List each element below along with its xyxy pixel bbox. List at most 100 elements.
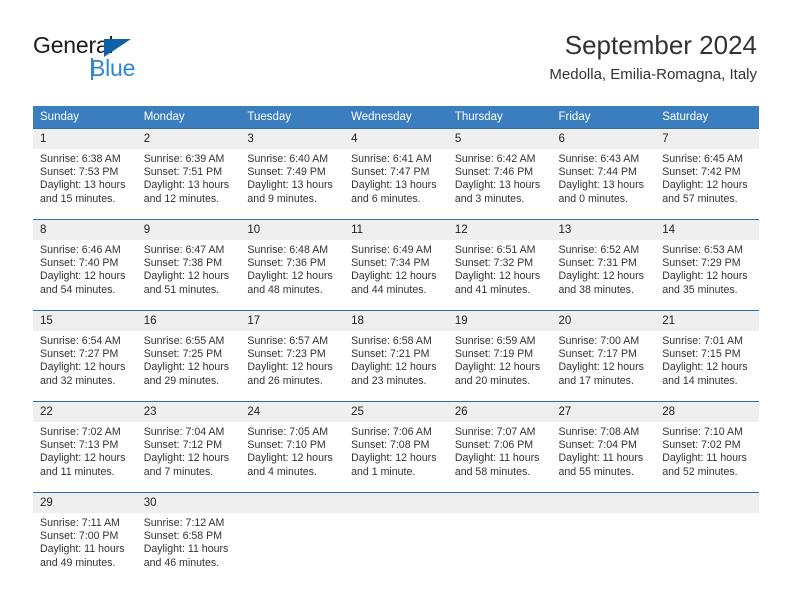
daylight-text-line2: and 15 minutes. xyxy=(40,192,116,205)
day-cell[interactable]: 22 Sunrise: 7:02 AM Sunset: 7:13 PM Dayl… xyxy=(33,401,137,493)
day-cell[interactable]: 21 Sunrise: 7:01 AM Sunset: 7:15 PM Dayl… xyxy=(655,310,759,402)
day-details: Sunrise: 6:48 AM Sunset: 7:36 PM Dayligh… xyxy=(240,240,344,297)
day-details: Sunrise: 7:12 AM Sunset: 6:58 PM Dayligh… xyxy=(137,513,241,570)
day-cell[interactable]: 12 Sunrise: 6:51 AM Sunset: 7:32 PM Dayl… xyxy=(447,219,552,311)
daylight-text-line2: and 41 minutes. xyxy=(454,283,531,296)
day-cell[interactable]: 18 Sunrise: 6:58 AM Sunset: 7:21 PM Dayl… xyxy=(344,310,448,402)
daylight-text-line2: and 0 minutes. xyxy=(558,192,629,205)
day-cell[interactable]: 13 Sunrise: 6:52 AM Sunset: 7:31 PM Dayl… xyxy=(551,219,656,311)
day-cell[interactable]: 8 Sunrise: 6:46 AM Sunset: 7:40 PM Dayli… xyxy=(33,219,137,311)
daylight-text-line1: Daylight: 12 hours xyxy=(351,270,437,283)
page-subtitle: Medolla, Emilia-Romagna, Italy xyxy=(549,66,757,83)
sunrise-text: Sunrise: 6:59 AM xyxy=(454,335,536,347)
day-cell[interactable]: 9 Sunrise: 6:47 AM Sunset: 7:38 PM Dayli… xyxy=(136,219,241,311)
sunset-text: Sunset: 7:13 PM xyxy=(40,439,119,452)
day-cell[interactable]: 5 Sunrise: 6:42 AM Sunset: 7:46 PM Dayli… xyxy=(447,128,552,220)
daylight-text-line2: and 55 minutes. xyxy=(558,465,634,478)
day-cell[interactable]: 2 Sunrise: 6:39 AM Sunset: 7:51 PM Dayli… xyxy=(136,128,241,220)
day-number: 24 xyxy=(240,402,345,422)
sunrise-text: Sunrise: 6:55 AM xyxy=(143,335,225,347)
sunrise-text: Sunrise: 6:53 AM xyxy=(662,244,743,256)
day-cell[interactable]: 30 Sunrise: 7:12 AM Sunset: 6:58 PM Dayl… xyxy=(136,492,241,585)
day-cell[interactable]: 28 Sunrise: 7:10 AM Sunset: 7:02 PM Dayl… xyxy=(655,401,759,493)
sunrise-text: Sunrise: 6:45 AM xyxy=(662,153,743,165)
day-cell[interactable]: 7 Sunrise: 6:45 AM Sunset: 7:42 PM Dayli… xyxy=(655,128,759,220)
sunset-text: Sunset: 7:38 PM xyxy=(143,257,223,270)
week-row: 8 Sunrise: 6:46 AM Sunset: 7:40 PM Dayli… xyxy=(33,219,759,311)
daylight-text-line2: and 51 minutes. xyxy=(143,283,220,296)
daylight-text-line2: and 52 minutes. xyxy=(662,465,738,478)
day-details: Sunrise: 6:39 AM Sunset: 7:51 PM Dayligh… xyxy=(137,149,241,206)
daylight-text-line1: Daylight: 11 hours xyxy=(558,452,644,465)
daylight-text-line2: and 44 minutes. xyxy=(351,283,427,296)
sunrise-text: Sunrise: 6:40 AM xyxy=(247,153,329,165)
day-cell[interactable]: 1 Sunrise: 6:38 AM Sunset: 7:53 PM Dayli… xyxy=(33,128,137,220)
daylight-text-line1: Daylight: 12 hours xyxy=(247,361,333,374)
daylight-text-line2: and 11 minutes. xyxy=(40,465,115,478)
sunrise-text: Sunrise: 6:39 AM xyxy=(143,153,225,165)
day-details: Sunrise: 7:07 AM Sunset: 7:06 PM Dayligh… xyxy=(448,422,552,479)
day-details: Sunrise: 7:04 AM Sunset: 7:12 PM Dayligh… xyxy=(137,422,241,479)
daylight-text-line2: and 57 minutes. xyxy=(662,192,738,205)
day-cell[interactable]: 25 Sunrise: 7:06 AM Sunset: 7:08 PM Dayl… xyxy=(344,401,448,493)
day-details: Sunrise: 6:43 AM Sunset: 7:44 PM Dayligh… xyxy=(552,149,656,206)
daylight-text-line1: Daylight: 12 hours xyxy=(454,361,541,374)
day-details: Sunrise: 6:41 AM Sunset: 7:47 PM Dayligh… xyxy=(344,149,448,206)
day-cell[interactable]: 11 Sunrise: 6:49 AM Sunset: 7:34 PM Dayl… xyxy=(344,219,448,311)
weekday-header-sunday: Sunday xyxy=(33,106,137,129)
day-cell[interactable]: 3 Sunrise: 6:40 AM Sunset: 7:49 PM Dayli… xyxy=(240,128,345,220)
day-cell[interactable]: 17 Sunrise: 6:57 AM Sunset: 7:23 PM Dayl… xyxy=(240,310,345,402)
daylight-text-line2: and 17 minutes. xyxy=(558,374,634,387)
weekday-header-tuesday: Tuesday xyxy=(240,106,345,129)
brand-logo: General Blue xyxy=(33,32,233,88)
daylight-text-line1: Daylight: 12 hours xyxy=(351,452,437,465)
sunset-text: Sunset: 7:25 PM xyxy=(143,348,223,361)
day-cell[interactable]: 6 Sunrise: 6:43 AM Sunset: 7:44 PM Dayli… xyxy=(551,128,656,220)
sunrise-text: Sunrise: 6:48 AM xyxy=(247,244,329,256)
daylight-text-line1: Daylight: 11 hours xyxy=(40,543,125,556)
sunset-text: Sunset: 7:04 PM xyxy=(558,439,637,452)
day-number: 20 xyxy=(551,311,656,331)
daylight-text-line1: Daylight: 12 hours xyxy=(143,452,230,465)
day-details: Sunrise: 7:11 AM Sunset: 7:00 PM Dayligh… xyxy=(33,513,137,570)
day-cell[interactable]: 19 Sunrise: 6:59 AM Sunset: 7:19 PM Dayl… xyxy=(447,310,552,402)
day-number: 28 xyxy=(655,402,759,422)
day-cell[interactable]: 27 Sunrise: 7:08 AM Sunset: 7:04 PM Dayl… xyxy=(551,401,656,493)
daylight-text-line2: and 35 minutes. xyxy=(662,283,738,296)
day-number xyxy=(447,493,552,513)
page-header: General Blue September 2024 Medolla, Emi… xyxy=(33,28,757,96)
sunrise-text: Sunrise: 6:46 AM xyxy=(40,244,121,256)
day-number: 23 xyxy=(136,402,241,422)
day-cell[interactable]: 23 Sunrise: 7:04 AM Sunset: 7:12 PM Dayl… xyxy=(136,401,241,493)
day-cell[interactable]: 4 Sunrise: 6:41 AM Sunset: 7:47 PM Dayli… xyxy=(344,128,448,220)
weekday-header-friday: Friday xyxy=(551,106,656,129)
day-cell[interactable]: 16 Sunrise: 6:55 AM Sunset: 7:25 PM Dayl… xyxy=(136,310,241,402)
day-cell[interactable]: 20 Sunrise: 7:00 AM Sunset: 7:17 PM Dayl… xyxy=(551,310,656,402)
daylight-text-line1: Daylight: 12 hours xyxy=(247,452,333,465)
sunset-text: Sunset: 7:00 PM xyxy=(40,530,119,543)
day-cell[interactable]: 24 Sunrise: 7:05 AM Sunset: 7:10 PM Dayl… xyxy=(240,401,345,493)
day-details: Sunrise: 6:45 AM Sunset: 7:42 PM Dayligh… xyxy=(655,149,759,206)
day-number: 13 xyxy=(551,220,656,240)
day-details: Sunrise: 6:42 AM Sunset: 7:46 PM Dayligh… xyxy=(448,149,552,206)
day-number xyxy=(551,493,656,513)
day-number xyxy=(344,493,448,513)
sunset-text: Sunset: 7:46 PM xyxy=(454,166,534,179)
day-details: Sunrise: 7:06 AM Sunset: 7:08 PM Dayligh… xyxy=(344,422,448,479)
weekday-header-monday: Monday xyxy=(136,106,241,129)
day-cell[interactable]: 10 Sunrise: 6:48 AM Sunset: 7:36 PM Dayl… xyxy=(240,219,345,311)
daylight-text-line2: and 58 minutes. xyxy=(454,465,531,478)
day-cell[interactable]: 14 Sunrise: 6:53 AM Sunset: 7:29 PM Dayl… xyxy=(655,219,759,311)
sunset-text: Sunset: 7:15 PM xyxy=(662,348,741,361)
day-details: Sunrise: 6:59 AM Sunset: 7:19 PM Dayligh… xyxy=(448,331,552,388)
day-details: Sunrise: 7:00 AM Sunset: 7:17 PM Dayligh… xyxy=(552,331,656,388)
sunrise-text: Sunrise: 7:12 AM xyxy=(143,517,225,529)
day-cell[interactable]: 29 Sunrise: 7:11 AM Sunset: 7:00 PM Dayl… xyxy=(33,492,137,585)
day-number: 26 xyxy=(447,402,552,422)
daylight-text-line2: and 32 minutes. xyxy=(40,374,116,387)
day-details: Sunrise: 6:58 AM Sunset: 7:21 PM Dayligh… xyxy=(344,331,448,388)
daylight-text-line2: and 23 minutes. xyxy=(351,374,427,387)
brand-name-blue: Blue xyxy=(90,55,136,81)
day-cell[interactable]: 15 Sunrise: 6:54 AM Sunset: 7:27 PM Dayl… xyxy=(33,310,137,402)
day-cell[interactable]: 26 Sunrise: 7:07 AM Sunset: 7:06 PM Dayl… xyxy=(447,401,552,493)
